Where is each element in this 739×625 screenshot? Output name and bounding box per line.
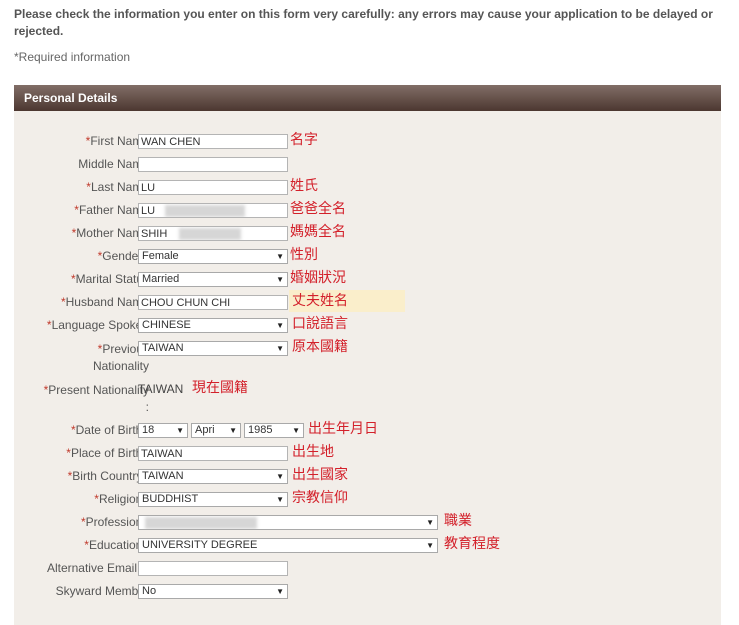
marital-status-select[interactable]: Married ▼ (138, 272, 288, 287)
present-nationality-annotation: 現在國籍 (192, 380, 248, 396)
birth-country-annotation: 出生國家 (292, 467, 348, 483)
mother-name-label: *Mother Name (71, 226, 149, 240)
husband-name-annotation: 丈夫姓名 (292, 293, 348, 309)
dropdown-arrow-icon: ▼ (426, 541, 434, 550)
gender-annotation: 性別 (290, 247, 318, 263)
religion-label: *Religion : (94, 492, 149, 506)
husband-name-input[interactable]: CHOU CHUN CHI (138, 295, 288, 310)
mother-name-annotation: 媽媽全名 (290, 224, 346, 240)
dob-label: *Date of Birth : (70, 423, 149, 437)
personal-details-panel: Personal Details *First Name WAN CHEN 名字… (14, 85, 721, 625)
dob-annotation: 出生年月日 (308, 421, 378, 437)
language-annotation: 口說語言 (292, 316, 348, 332)
first-name-row: *First Name WAN CHEN 名字 (14, 132, 721, 152)
education-annotation: 教育程度 (444, 536, 500, 552)
profession-annotation: 職業 (444, 513, 472, 529)
religion-select[interactable]: BUDDHIST ▼ (138, 492, 288, 507)
dropdown-arrow-icon: ▼ (292, 426, 300, 435)
redacted-mask (145, 517, 257, 529)
religion-annotation: 宗教信仰 (292, 490, 348, 506)
birth-country-row: *Birth Country : TAIWAN ▼ 出生國家 (14, 467, 721, 487)
dropdown-arrow-icon: ▼ (276, 252, 284, 261)
education-select[interactable]: UNIVERSITY DEGREE ▼ (138, 538, 438, 553)
skyward-label: Skyward Member (55, 584, 149, 598)
mother-name-row: *Mother Name SHIH 媽媽全名 (14, 224, 721, 244)
dob-row: *Date of Birth : 18 ▼ Apri ▼ 1985 ▼ 出生年月日 (14, 421, 721, 441)
place-of-birth-label: *Place of Birth : (66, 446, 149, 460)
place-of-birth-annotation: 出生地 (292, 444, 334, 460)
required-note: *Required information (14, 50, 131, 64)
dropdown-arrow-icon: ▼ (229, 426, 237, 435)
panel-title: Personal Details (14, 85, 721, 111)
previous-nationality-row: *Previous Nationality TAIWAN ▼ 原本國籍 (14, 339, 721, 373)
father-name-row: *Father Name LU 爸爸全名 (14, 201, 721, 221)
place-of-birth-row: *Place of Birth : TAIWAN 出生地 (14, 444, 721, 464)
place-of-birth-input[interactable]: TAIWAN (138, 446, 288, 461)
gender-row: *Gender : Female ▼ 性別 (14, 247, 721, 267)
birth-country-label: *Birth Country : (67, 469, 149, 483)
dropdown-arrow-icon: ▼ (276, 344, 284, 353)
alt-email-row: Alternative EmailID (14, 561, 721, 579)
skyward-select[interactable]: No ▼ (138, 584, 288, 599)
birth-country-select[interactable]: TAIWAN ▼ (138, 469, 288, 484)
profession-select[interactable]: ▼ (138, 515, 438, 530)
father-name-label: *Father Name (74, 203, 149, 217)
education-label: *Education : (84, 538, 149, 552)
previous-nationality-select[interactable]: TAIWAN ▼ (138, 341, 288, 356)
husband-name-row: *Husband Name CHOU CHUN CHI 丈夫姓名 (14, 293, 721, 313)
middle-name-label: Middle Name (78, 157, 149, 171)
alt-email-label: Alternative EmailID (46, 561, 149, 575)
education-row: *Education : UNIVERSITY DEGREE ▼ 教育程度 (14, 536, 721, 556)
first-name-annotation: 名字 (290, 132, 318, 148)
skyward-row: Skyward Member No ▼ (14, 584, 721, 602)
profession-row: *Profession : ▼ 職業 (14, 513, 721, 533)
last-name-row: *Last Name LU 姓氏 (14, 178, 721, 198)
last-name-input[interactable]: LU (138, 180, 288, 195)
form-warning: Please check the information you enter o… (14, 7, 713, 38)
present-nationality-value: TAIWAN (138, 382, 184, 396)
present-nationality-label: *Present Nationality: (43, 383, 149, 414)
father-name-annotation: 爸爸全名 (290, 201, 346, 217)
redacted-mask (165, 205, 245, 217)
middle-name-input[interactable] (138, 157, 288, 172)
dob-day-select[interactable]: 18 ▼ (138, 423, 188, 438)
dob-month-select[interactable]: Apri ▼ (191, 423, 241, 438)
marital-status-annotation: 婚姻狀況 (290, 270, 346, 286)
dropdown-arrow-icon: ▼ (176, 426, 184, 435)
middle-name-row: Middle Name (14, 157, 721, 175)
dropdown-arrow-icon: ▼ (426, 518, 434, 527)
gender-select[interactable]: Female ▼ (138, 249, 288, 264)
language-label: *Language Spoken (46, 318, 149, 332)
husband-name-label: *Husband Name (60, 295, 149, 309)
profession-label: *Profession : (80, 515, 149, 529)
father-name-input[interactable]: LU (138, 203, 288, 218)
language-select[interactable]: CHINESE ▼ (138, 318, 288, 333)
language-row: *Language Spoken CHINESE ▼ 口說語言 (14, 316, 721, 336)
mother-name-input[interactable]: SHIH (138, 226, 288, 241)
dropdown-arrow-icon: ▼ (276, 587, 284, 596)
dropdown-arrow-icon: ▼ (276, 275, 284, 284)
present-nationality-row: *Present Nationality: TAIWAN 現在國籍 (14, 380, 721, 414)
redacted-mask (179, 228, 241, 240)
last-name-label: *Last Name (86, 180, 149, 194)
first-name-input[interactable]: WAN CHEN (138, 134, 288, 149)
dropdown-arrow-icon: ▼ (276, 472, 284, 481)
last-name-annotation: 姓氏 (290, 178, 318, 194)
religion-row: *Religion : BUDDHIST ▼ 宗教信仰 (14, 490, 721, 510)
previous-nationality-annotation: 原本國籍 (292, 339, 348, 355)
marital-status-row: *Marital Status Married ▼ 婚姻狀況 (14, 270, 721, 290)
dropdown-arrow-icon: ▼ (276, 495, 284, 504)
alt-email-input[interactable] (138, 561, 288, 576)
marital-status-label: *Marital Status (70, 272, 149, 286)
first-name-label: *First Name (85, 134, 149, 148)
dob-year-select[interactable]: 1985 ▼ (244, 423, 304, 438)
dropdown-arrow-icon: ▼ (276, 321, 284, 330)
previous-nationality-label: *Previous Nationality (92, 342, 149, 373)
gender-label: *Gender : (97, 249, 149, 263)
